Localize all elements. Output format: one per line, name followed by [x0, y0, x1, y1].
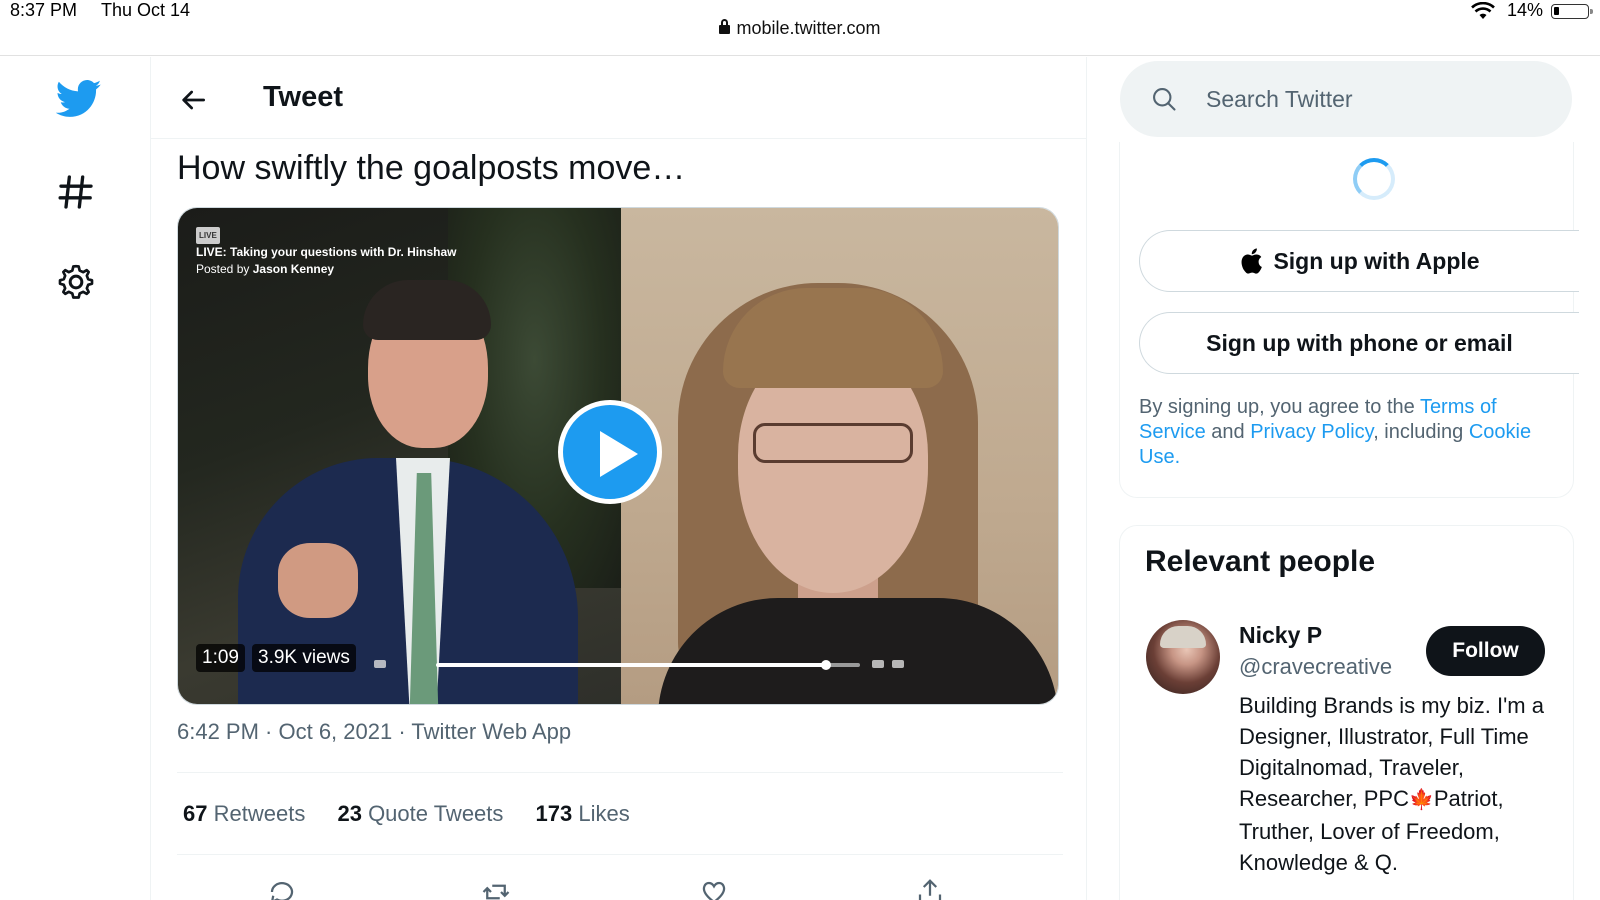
follow-button[interactable]: Follow — [1426, 626, 1545, 676]
twitter-bird-icon[interactable] — [56, 79, 102, 119]
retweets-stat[interactable]: 67 Retweets — [183, 801, 305, 827]
person-name[interactable]: Nicky P — [1239, 622, 1322, 649]
signup-apple-button[interactable]: Sign up with Apple — [1139, 230, 1579, 292]
video-overlay-title: LIVE: Taking your questions with Dr. Hin… — [196, 245, 457, 259]
privacy-policy-link[interactable]: Privacy Policy — [1250, 421, 1373, 443]
video-duration: 1:09 — [196, 644, 245, 672]
signup-phone-label: Sign up with phone or email — [1206, 329, 1513, 356]
tweet-header: Tweet — [151, 57, 1087, 139]
signup-apple-label: Sign up with Apple — [1273, 247, 1480, 274]
lock-icon — [719, 19, 731, 34]
video-progress-bar — [436, 660, 860, 670]
tweet-stats: 67 Retweets 23 Quote Tweets 173 Likes — [183, 801, 656, 827]
volume-icon — [872, 660, 884, 668]
left-nav — [0, 57, 151, 900]
maple-leaf-emoji: 🍁 — [1408, 789, 1434, 811]
video-views: 3.9K views — [252, 644, 356, 672]
person-bio: Building Brands is my biz. I'm a Designe… — [1239, 693, 1544, 875]
relevant-people-title: Relevant people — [1145, 545, 1376, 578]
share-icon[interactable] — [915, 877, 945, 900]
likes-stat[interactable]: 173 Likes — [536, 801, 630, 827]
avatar[interactable] — [1146, 620, 1220, 694]
battery-icon — [1551, 4, 1593, 19]
address-url: mobile.twitter.com — [736, 18, 881, 38]
hashtag-icon[interactable] — [56, 172, 96, 212]
divider — [177, 772, 1063, 773]
loading-spinner — [1353, 158, 1395, 200]
live-badge: LIVE — [196, 227, 220, 244]
retweet-icon[interactable] — [481, 877, 511, 900]
quote-tweets-stat[interactable]: 23 Quote Tweets — [337, 801, 503, 827]
wifi-icon — [1471, 2, 1495, 19]
search-icon — [1153, 88, 1176, 111]
status-bar: 8:37 PM Thu Oct 14 mobile.twitter.com 14… — [0, 0, 1600, 56]
video-overlay-poster: Jason Kenney — [252, 262, 335, 276]
address-bar[interactable]: mobile.twitter.com — [0, 18, 1600, 39]
search-bar[interactable] — [1120, 61, 1572, 137]
like-icon[interactable] — [699, 877, 729, 900]
main-column: Tweet How swiftly the goalposts move… LI… — [151, 57, 1087, 900]
tweet-text: How swiftly the goalposts move… — [177, 149, 686, 187]
gear-icon[interactable] — [56, 262, 96, 302]
video-overlay-posted-prefix: Posted by — [196, 262, 250, 276]
apple-icon — [1241, 248, 1263, 274]
reply-icon[interactable] — [267, 877, 297, 900]
tweet-video[interactable]: LIVE LIVE: Taking your questions with Dr… — [177, 207, 1059, 705]
signup-terms: By signing up, you agree to the Terms of… — [1139, 396, 1532, 468]
signup-phone-email-button[interactable]: Sign up with phone or email — [1139, 312, 1579, 374]
video-settings-icon — [374, 660, 386, 668]
page-title: Tweet — [263, 81, 344, 113]
battery-percent: 14% — [1507, 0, 1544, 20]
play-button[interactable] — [558, 400, 662, 504]
video-frame-left — [178, 208, 621, 704]
fullscreen-icon — [892, 660, 904, 668]
search-input[interactable] — [1206, 81, 1546, 117]
back-arrow-icon[interactable] — [177, 84, 209, 116]
video-overlay-caption: LIVE LIVE: Taking your questions with Dr… — [196, 226, 456, 278]
play-icon — [600, 431, 638, 477]
person-handle: @cravecreative — [1239, 654, 1393, 679]
divider — [177, 854, 1063, 855]
tweet-meta: 6:42 PM · Oct 6, 2021 · Twitter Web App — [177, 719, 572, 744]
